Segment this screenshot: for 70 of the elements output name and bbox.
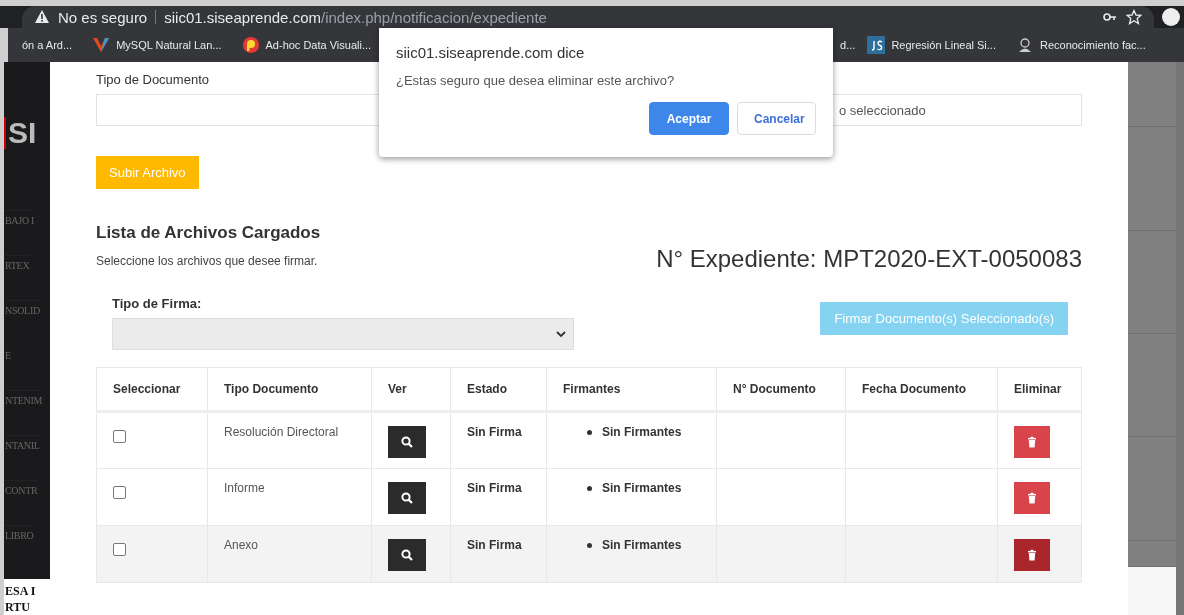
bullet-icon <box>587 429 592 435</box>
section-subtitle: Seleccione los archivos que desee firmar. <box>96 254 319 268</box>
profile-avatar[interactable] <box>1162 8 1180 26</box>
bullet-icon <box>587 485 592 491</box>
sidebar-item[interactable]: CONTR <box>4 480 38 525</box>
table-cell: Anexo <box>207 525 372 583</box>
sidebar-footer-text: RTU <box>4 599 30 615</box>
bookmark[interactable]: d... <box>832 39 860 51</box>
column-header: Eliminar <box>997 367 1082 412</box>
view-button[interactable] <box>388 539 426 571</box>
table-cell: Sin Firma <box>450 525 547 583</box>
trash-icon <box>1026 436 1038 448</box>
signer-name: Sin Firmantes <box>602 425 682 439</box>
section-title: Lista de Archivos Cargados <box>96 223 321 243</box>
view-button[interactable] <box>388 482 426 514</box>
trash-icon <box>1026 549 1038 561</box>
bookmark[interactable]: Regresión Lineal Si... <box>859 36 1008 54</box>
sidebar-item[interactable]: NSOLID <box>4 300 40 345</box>
chevron-down-icon <box>555 328 567 340</box>
dialog-message: ¿Estas seguro que desea eliminar este archivo? <box>396 73 676 88</box>
sidebar-item[interactable]: NTENIM <box>4 390 43 435</box>
dialog-title: siic01.siseaprende.com dice <box>396 44 586 61</box>
bookmark[interactable]: Ad-hoc Data Visuali... <box>233 36 384 54</box>
url-text: siic01.siseaprende.com/index.php/notificacion/expediente <box>164 8 547 26</box>
expediente-number: N° Expediente: MPT2020-EXT-0050083 <box>656 245 1082 273</box>
bookmark[interactable]: ón a Ard... <box>14 39 85 51</box>
table-cell: Resolución Directoral <box>207 411 372 469</box>
search-icon <box>401 436 413 448</box>
delete-button[interactable] <box>1014 539 1050 571</box>
field-label: Tipo de Firma: <box>112 296 203 311</box>
bookmark[interactable]: MySQL Natural Lan... <box>84 36 234 54</box>
star-icon[interactable] <box>1126 9 1142 25</box>
column-header: N° Documento <box>716 367 846 412</box>
address-bar[interactable]: No es seguro siic01.siseaprende.com/index.php/notificacion/expediente <box>22 6 1154 28</box>
row-checkbox[interactable] <box>113 430 126 443</box>
p-logo-icon <box>241 36 260 54</box>
search-icon <box>401 549 413 561</box>
bookmark[interactable]: Reconocimiento fac... <box>1007 36 1158 54</box>
column-header: Estado <box>450 367 547 412</box>
cancel-button[interactable]: Cancelar <box>737 102 816 135</box>
security-label: No es seguro <box>58 8 148 26</box>
sidebar-item[interactable]: NTANIL <box>4 435 40 480</box>
view-button[interactable] <box>388 426 426 458</box>
signer-name: Sin Firmantes <box>602 481 682 495</box>
js-logo-icon <box>867 36 886 54</box>
sidebar-item[interactable]: LIBRO <box>4 525 34 570</box>
sidebar-item[interactable]: BAJO I <box>4 210 35 255</box>
row-checkbox[interactable] <box>113 486 126 499</box>
signer-name: Sin Firmantes <box>602 538 682 552</box>
field-label: Tipo de Documento <box>96 72 209 87</box>
column-header: Firmantes <box>546 367 717 412</box>
table-cell: Sin Firma <box>450 468 547 526</box>
sidebar-item[interactable]: RTEX <box>4 255 30 300</box>
search-icon <box>401 492 413 504</box>
warning-icon <box>34 9 50 25</box>
table-cell: Sin Firma <box>450 411 547 469</box>
trash-icon <box>1026 492 1038 504</box>
sidebar-item[interactable]: E <box>4 345 11 390</box>
delete-button[interactable] <box>1014 426 1050 458</box>
column-header: Ver <box>371 367 451 412</box>
table-cell: Informe <box>207 468 372 526</box>
row-checkbox[interactable] <box>113 543 126 556</box>
accept-button[interactable]: Aceptar <box>649 102 729 135</box>
sidebar-footer-text: ESA I <box>4 583 36 599</box>
delete-button[interactable] <box>1014 482 1050 514</box>
bullet-icon <box>587 542 592 548</box>
logo-text: SI <box>8 116 37 150</box>
column-header: Tipo Documento <box>207 367 372 412</box>
column-header: Seleccionar <box>96 367 208 412</box>
column-header: Fecha Documento <box>845 367 998 412</box>
